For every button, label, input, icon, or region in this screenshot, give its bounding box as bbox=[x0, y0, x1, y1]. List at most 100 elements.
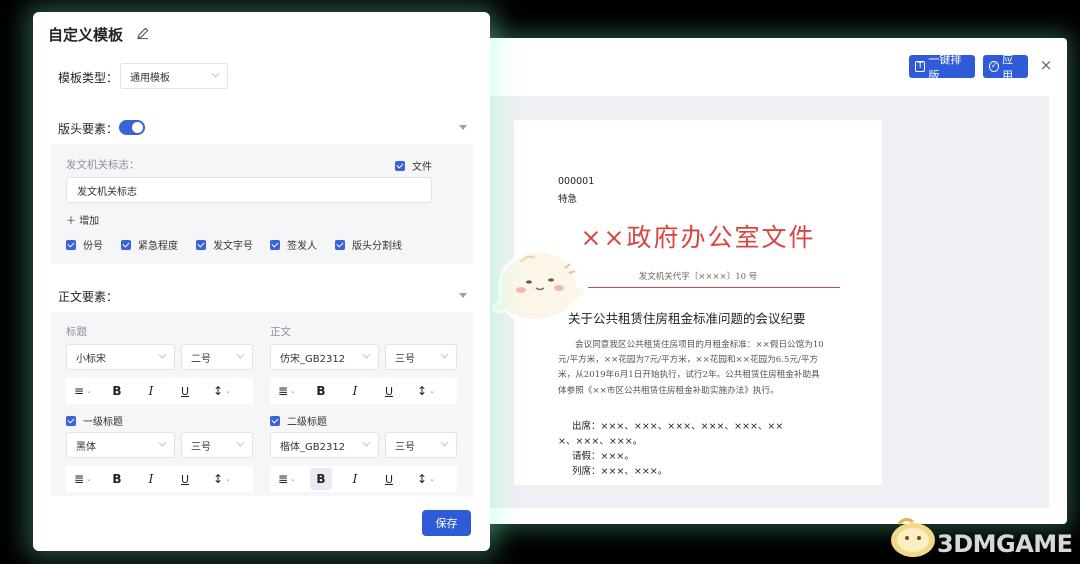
align-center-button[interactable]: ≡ ⌄ bbox=[66, 380, 100, 402]
underline-button[interactable]: U bbox=[372, 380, 406, 402]
chevron-down-icon bbox=[440, 350, 449, 359]
align-center-icon: ≡ bbox=[74, 384, 85, 398]
template-type-label: 模板类型： bbox=[58, 71, 119, 85]
chevron-down-icon: ⌄ bbox=[86, 387, 92, 395]
issuer-mark-value: 发文机关标志 bbox=[77, 186, 137, 198]
template-type-select[interactable]: 通用模板 bbox=[120, 63, 228, 89]
italic-button[interactable]: I bbox=[338, 380, 372, 402]
level1-size-select[interactable]: 三号 bbox=[181, 432, 253, 458]
bold-button[interactable]: B bbox=[304, 380, 338, 402]
check-circle-icon: ✓ bbox=[989, 61, 1000, 72]
level1-heading-checkbox[interactable]: 一级标题 bbox=[66, 413, 123, 428]
chevron-down-icon: ⌄ bbox=[290, 387, 296, 395]
text-style-label: 正文 bbox=[270, 326, 291, 338]
chevron-down-icon: ⌄ bbox=[290, 475, 296, 483]
level1-format-toolbar: ≣ ⌄ B I U ↕ ⌄ bbox=[66, 466, 253, 492]
checkbox-label: 发文字号 bbox=[213, 241, 253, 252]
title-style-label: 标题 bbox=[66, 326, 87, 338]
checkbox-checked-icon bbox=[66, 239, 76, 250]
underline-button[interactable]: U bbox=[168, 468, 202, 490]
save-button[interactable]: 保存 bbox=[422, 510, 471, 536]
issuer-mark-label: 发文机关标志： bbox=[66, 159, 140, 171]
level1-size-value: 三号 bbox=[191, 441, 211, 453]
chevron-down-icon bbox=[158, 350, 167, 359]
checkbox-checked-icon bbox=[121, 239, 131, 250]
italic-button[interactable]: I bbox=[134, 380, 168, 402]
text-size-value: 三号 bbox=[395, 353, 415, 365]
add-label: 增加 bbox=[79, 216, 100, 227]
chevron-down-icon: ⌄ bbox=[86, 475, 92, 483]
checkbox-label: 版头分割线 bbox=[352, 241, 402, 252]
line-height-icon: ↕ bbox=[417, 384, 428, 398]
title-font-value: 小标宋 bbox=[76, 353, 106, 365]
level2-size-value: 三号 bbox=[395, 441, 415, 453]
checkbox-checked-icon bbox=[270, 415, 280, 426]
text-size-select[interactable]: 三号 bbox=[385, 344, 457, 370]
level2-heading-checkbox[interactable]: 二级标题 bbox=[270, 413, 327, 428]
line-height-button[interactable]: ↕ ⌄ bbox=[202, 380, 242, 402]
level2-heading-label: 二级标题 bbox=[287, 417, 327, 428]
edit-icon[interactable] bbox=[136, 26, 150, 40]
doc-attend-line-cont: ×、×××、×××。 bbox=[558, 436, 643, 447]
chevron-down-icon bbox=[362, 350, 371, 359]
file-checkbox[interactable]: 文件 bbox=[395, 158, 432, 173]
underline-button[interactable]: U bbox=[372, 468, 406, 490]
issuer-mark-input[interactable]: 发文机关标志 bbox=[66, 177, 432, 203]
watermark-text: 3DMGAME bbox=[937, 530, 1073, 558]
checkbox-doc-number[interactable]: 发文字号 bbox=[196, 237, 253, 252]
bold-button[interactable]: B bbox=[100, 468, 134, 490]
auto-layout-label: 一键排版 bbox=[928, 52, 962, 82]
chevron-down-icon bbox=[440, 438, 449, 447]
line-height-icon: ↕ bbox=[213, 472, 224, 486]
checkbox-label: 签发人 bbox=[287, 241, 317, 252]
line-height-button[interactable]: ↕ ⌄ bbox=[202, 468, 242, 490]
line-height-button[interactable]: ↕ ⌄ bbox=[406, 380, 446, 402]
underline-button[interactable]: U bbox=[168, 380, 202, 402]
header-elements-toggle[interactable] bbox=[119, 120, 145, 135]
chevron-down-icon: ⌄ bbox=[225, 387, 231, 395]
dialog-title: 自定义模板 bbox=[48, 26, 124, 44]
bold-button-active[interactable]: B bbox=[310, 468, 332, 490]
text-font-select[interactable]: 仿宋_GB2312 bbox=[270, 344, 379, 370]
line-height-icon: ↕ bbox=[417, 472, 428, 486]
line-height-button[interactable]: ↕ ⌄ bbox=[406, 468, 446, 490]
italic-button[interactable]: I bbox=[134, 468, 168, 490]
level2-size-select[interactable]: 三号 bbox=[385, 432, 457, 458]
header-section-label: 版头要素： bbox=[58, 122, 119, 136]
chevron-down-icon bbox=[236, 438, 245, 447]
apply-button[interactable]: ✓ 应用 bbox=[983, 53, 1028, 82]
header-collapse-caret-icon[interactable] bbox=[459, 125, 467, 130]
add-button[interactable]: ＋ 增加 bbox=[66, 212, 99, 227]
doc-leave-line: 请假：×××。 bbox=[572, 451, 634, 462]
doc-attend-line: 出席：×××、×××、×××、×××、×××、×× bbox=[572, 421, 784, 432]
chevron-down-icon: ⌄ bbox=[429, 387, 435, 395]
auto-layout-button[interactable]: T 一键排版 bbox=[909, 53, 975, 82]
title-font-select[interactable]: 小标宋 bbox=[66, 344, 175, 370]
chevron-down-icon: ⌄ bbox=[429, 475, 435, 483]
layout-icon: T bbox=[915, 61, 926, 72]
mascot-sticker bbox=[491, 249, 589, 322]
align-left-button[interactable]: ≣ ⌄ bbox=[270, 380, 304, 402]
line-height-icon: ↕ bbox=[213, 384, 224, 398]
align-left-button[interactable]: ≣ ⌄ bbox=[66, 468, 100, 490]
bold-button[interactable]: B bbox=[100, 380, 134, 402]
body-collapse-caret-icon[interactable] bbox=[459, 293, 467, 298]
file-checkbox-label: 文件 bbox=[412, 162, 432, 173]
title-size-select[interactable]: 二号 bbox=[181, 344, 253, 370]
doc-serial-number: 000001 bbox=[558, 176, 595, 187]
text-format-toolbar: ≣ ⌄ B I U ↕ ⌄ bbox=[270, 378, 457, 404]
checkbox-header-divider[interactable]: 版头分割线 bbox=[335, 237, 402, 252]
close-icon[interactable]: × bbox=[1039, 58, 1053, 73]
level1-font-select[interactable]: 黑体 bbox=[66, 432, 175, 458]
checkbox-urgency[interactable]: 紧急程度 bbox=[121, 237, 178, 252]
checkbox-signer[interactable]: 签发人 bbox=[270, 237, 317, 252]
chevron-down-icon bbox=[211, 69, 220, 78]
level2-font-select[interactable]: 楷体_GB2312 bbox=[270, 432, 379, 458]
checkbox-checked-icon bbox=[66, 415, 76, 426]
italic-button[interactable]: I bbox=[338, 468, 372, 490]
align-left-button[interactable]: ≣ ⌄ bbox=[270, 468, 304, 490]
checkbox-copy-number[interactable]: 份号 bbox=[66, 237, 103, 252]
template-type-value: 通用模板 bbox=[130, 72, 170, 84]
doc-body: 会议同意我区公共租赁住房项目的月租金标准：××假日公馆为10元/平方米，××花园… bbox=[558, 340, 824, 396]
doc-heading: 关于公共租赁住房租金标准问题的会议纪要 bbox=[568, 311, 806, 326]
